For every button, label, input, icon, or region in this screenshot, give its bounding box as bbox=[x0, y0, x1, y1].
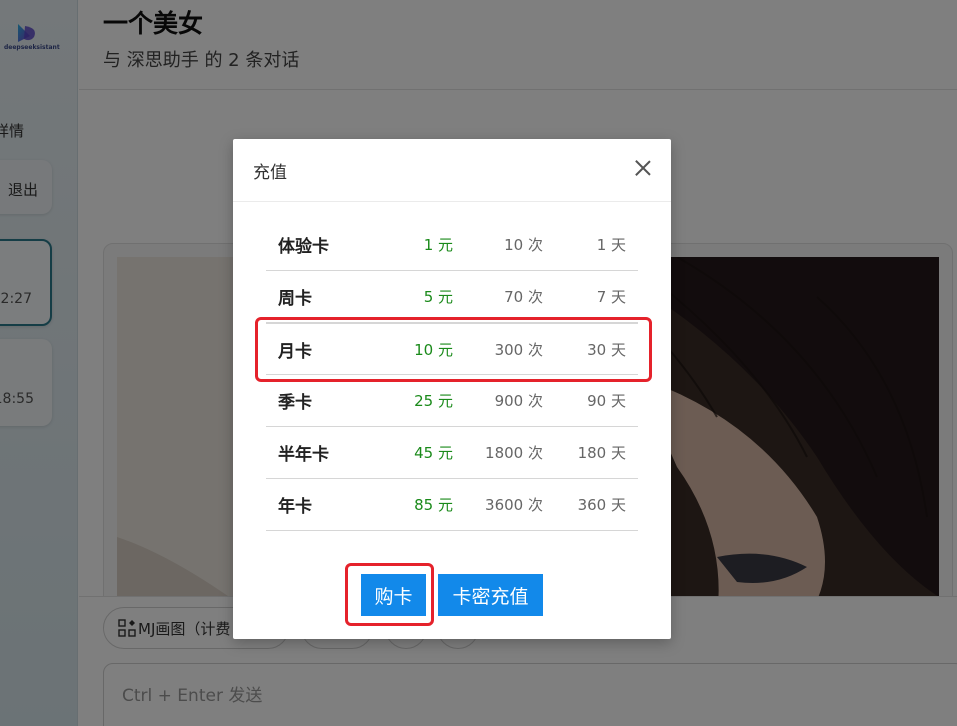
plan-table: 体验卡 1 元 10 次 1 天 周卡 5 元 70 次 7 天 月卡 10 元… bbox=[266, 219, 638, 531]
plan-days: 7 天 bbox=[596, 288, 626, 306]
plan-name: 半年卡 bbox=[278, 445, 329, 465]
plan-count: 3600 次 bbox=[485, 496, 543, 514]
plan-name: 月卡 bbox=[278, 342, 312, 362]
plan-count: 70 次 bbox=[504, 288, 543, 306]
plan-count: 1800 次 bbox=[485, 444, 543, 462]
plan-price: 5 元 bbox=[423, 288, 453, 306]
plan-row-selected[interactable]: 月卡 10 元 300 次 30 天 bbox=[266, 323, 638, 375]
plan-count: 10 次 bbox=[504, 236, 543, 254]
plan-price: 85 元 bbox=[414, 496, 453, 514]
recharge-dialog: 充值 体验卡 1 元 10 次 1 天 周卡 5 元 70 次 7 天 月卡 1… bbox=[233, 139, 671, 639]
plan-days: 180 天 bbox=[577, 444, 626, 462]
plan-row[interactable]: 体验卡 1 元 10 次 1 天 bbox=[266, 219, 638, 271]
plan-count: 900 次 bbox=[494, 392, 543, 410]
plan-days: 360 天 bbox=[577, 496, 626, 514]
dialog-title: 充值 bbox=[253, 163, 287, 183]
plan-name: 体验卡 bbox=[278, 237, 329, 257]
plan-price: 10 元 bbox=[414, 341, 453, 359]
dialog-header: 充值 bbox=[233, 139, 671, 202]
plan-name: 季卡 bbox=[278, 393, 312, 413]
plan-count: 300 次 bbox=[494, 341, 543, 359]
plan-price: 25 元 bbox=[414, 392, 453, 410]
buy-card-button[interactable]: 购卡 bbox=[361, 574, 426, 616]
close-icon[interactable] bbox=[635, 160, 651, 176]
plan-row[interactable]: 年卡 85 元 3600 次 360 天 bbox=[266, 479, 638, 531]
plan-days: 30 天 bbox=[587, 341, 626, 359]
plan-row[interactable]: 季卡 25 元 900 次 90 天 bbox=[266, 375, 638, 427]
plan-row[interactable]: 周卡 5 元 70 次 7 天 bbox=[266, 271, 638, 323]
plan-price: 45 元 bbox=[414, 444, 453, 462]
redeem-code-button[interactable]: 卡密充值 bbox=[438, 574, 543, 616]
plan-row[interactable]: 半年卡 45 元 1800 次 180 天 bbox=[266, 427, 638, 479]
plan-name: 年卡 bbox=[278, 497, 312, 517]
plan-days: 90 天 bbox=[587, 392, 626, 410]
plan-price: 1 元 bbox=[423, 236, 453, 254]
plan-name: 周卡 bbox=[278, 289, 312, 309]
plan-days: 1 天 bbox=[596, 236, 626, 254]
